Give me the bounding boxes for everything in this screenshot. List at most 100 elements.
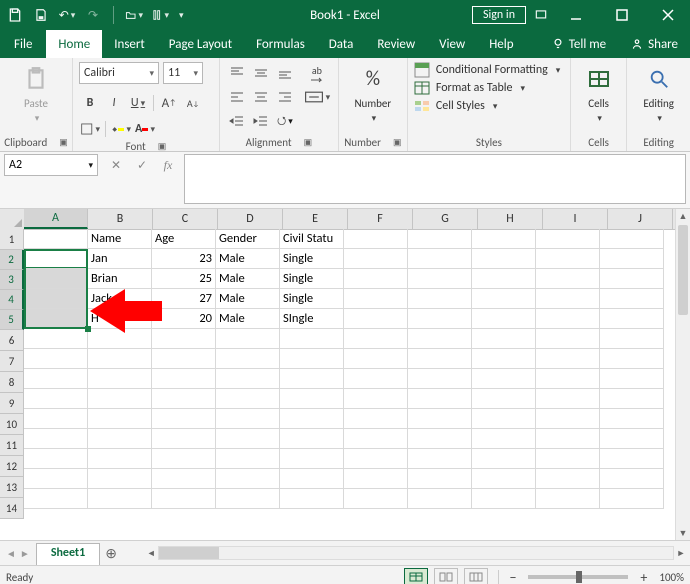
column-header-A[interactable]: A: [24, 209, 88, 229]
cell-G3[interactable]: [408, 269, 472, 289]
insert-function-button[interactable]: fx: [156, 154, 180, 176]
cell-E2[interactable]: Single: [280, 249, 344, 269]
column-header-F[interactable]: F: [348, 209, 413, 229]
italic-button[interactable]: I: [103, 92, 125, 114]
align-top-button[interactable]: [226, 62, 248, 84]
cell-J7[interactable]: [600, 349, 664, 369]
crop-icon[interactable]: ▾: [151, 6, 169, 24]
cell-H2[interactable]: [472, 249, 536, 269]
cell-I1[interactable]: [536, 229, 600, 249]
cell-D7[interactable]: [216, 349, 280, 369]
number-format-button[interactable]: % Number ▾: [352, 62, 394, 126]
cell-F6[interactable]: [344, 329, 408, 349]
cell-B1[interactable]: Name: [88, 229, 152, 249]
format-as-table-button[interactable]: Format as Table▾: [414, 80, 560, 96]
redo-icon[interactable]: ↷: [84, 6, 102, 24]
maximize-button[interactable]: [602, 0, 642, 30]
page-break-view-button[interactable]: [464, 568, 488, 584]
zoom-in-button[interactable]: +: [640, 569, 647, 584]
cell-B10[interactable]: [88, 409, 152, 429]
cell-A1[interactable]: [24, 229, 88, 249]
cell-I14[interactable]: [536, 489, 600, 509]
align-bottom-button[interactable]: [274, 62, 296, 84]
sheet-nav-prev[interactable]: ◄: [6, 547, 16, 560]
tab-page-layout[interactable]: Page Layout: [157, 30, 244, 58]
cell-G1[interactable]: [408, 229, 472, 249]
cell-E6[interactable]: [280, 329, 344, 349]
cell-J9[interactable]: [600, 389, 664, 409]
cell-C1[interactable]: Age: [152, 229, 216, 249]
scroll-left-icon[interactable]: ◄: [144, 548, 158, 559]
tab-home[interactable]: Home: [46, 30, 102, 58]
cell-D5[interactable]: Male: [216, 309, 280, 329]
cell-B6[interactable]: [88, 329, 152, 349]
number-dialog-launcher[interactable]: ▣: [393, 137, 402, 148]
cell-I11[interactable]: [536, 429, 600, 449]
close-button[interactable]: [648, 0, 688, 30]
cell-D10[interactable]: [216, 409, 280, 429]
row-header-3[interactable]: 3: [0, 270, 24, 290]
cell-E1[interactable]: Civil Statu: [280, 229, 344, 249]
row-header-4[interactable]: 4: [0, 290, 24, 310]
cell-A5[interactable]: [24, 309, 88, 329]
cell-E11[interactable]: [280, 429, 344, 449]
cell-I10[interactable]: [536, 409, 600, 429]
cell-H5[interactable]: [472, 309, 536, 329]
cell-F5[interactable]: [344, 309, 408, 329]
cell-B7[interactable]: [88, 349, 152, 369]
font-color-button[interactable]: A▾: [134, 118, 156, 140]
editing-button[interactable]: Editing ▾: [638, 62, 680, 126]
align-center-button[interactable]: [250, 86, 272, 108]
column-header-B[interactable]: B: [88, 209, 153, 229]
formula-bar[interactable]: [184, 154, 686, 204]
cell-D4[interactable]: Male: [216, 289, 280, 309]
save-icon[interactable]: [32, 6, 50, 24]
cell-G13[interactable]: [408, 469, 472, 489]
align-left-button[interactable]: [226, 86, 248, 108]
shrink-font-button[interactable]: A↓: [182, 92, 204, 114]
normal-view-button[interactable]: [404, 568, 428, 584]
cell-E4[interactable]: Single: [280, 289, 344, 309]
cell-C2[interactable]: 23: [152, 249, 216, 269]
cell-C12[interactable]: [152, 449, 216, 469]
tab-data[interactable]: Data: [317, 30, 366, 58]
cell-H1[interactable]: [472, 229, 536, 249]
tab-file[interactable]: File: [0, 30, 46, 58]
cell-B5[interactable]: H: [88, 309, 152, 329]
merge-center-button[interactable]: ▾: [302, 86, 332, 108]
cell-D6[interactable]: [216, 329, 280, 349]
cell-D3[interactable]: Male: [216, 269, 280, 289]
cell-B4[interactable]: Jack: [88, 289, 152, 309]
open-icon[interactable]: ▾: [125, 6, 143, 24]
undo-icon[interactable]: ↶▾: [58, 6, 76, 24]
column-header-C[interactable]: C: [153, 209, 218, 229]
tab-help[interactable]: Help: [477, 30, 525, 58]
cell-H7[interactable]: [472, 349, 536, 369]
sheet-nav-next[interactable]: ►: [20, 547, 30, 560]
cell-H13[interactable]: [472, 469, 536, 489]
cell-G5[interactable]: [408, 309, 472, 329]
decrease-indent-button[interactable]: [226, 110, 248, 132]
cell-F14[interactable]: [344, 489, 408, 509]
enter-formula-button[interactable]: ✓: [130, 154, 154, 176]
align-middle-button[interactable]: [250, 62, 272, 84]
paste-button[interactable]: Paste ▾: [15, 62, 57, 126]
row-header-2[interactable]: 2: [0, 250, 24, 270]
grow-font-button[interactable]: A↑: [158, 92, 180, 114]
sign-in-button[interactable]: Sign in: [472, 6, 526, 24]
tell-me-button[interactable]: Tell me: [539, 30, 618, 58]
cell-G2[interactable]: [408, 249, 472, 269]
fill-color-button[interactable]: ▾: [110, 118, 132, 140]
vscroll-thumb[interactable]: [678, 225, 688, 315]
cell-B12[interactable]: [88, 449, 152, 469]
scroll-up-icon[interactable]: ▲: [676, 209, 690, 223]
cell-J1[interactable]: [600, 229, 664, 249]
autosave-icon[interactable]: [6, 6, 24, 24]
cell-D11[interactable]: [216, 429, 280, 449]
cell-H10[interactable]: [472, 409, 536, 429]
page-layout-view-button[interactable]: [434, 568, 458, 584]
column-header-I[interactable]: I: [543, 209, 608, 229]
font-size-combo[interactable]: 11 ▾: [163, 62, 203, 84]
cell-C4[interactable]: 27: [152, 289, 216, 309]
horizontal-scrollbar[interactable]: ◄ ►: [142, 541, 690, 565]
